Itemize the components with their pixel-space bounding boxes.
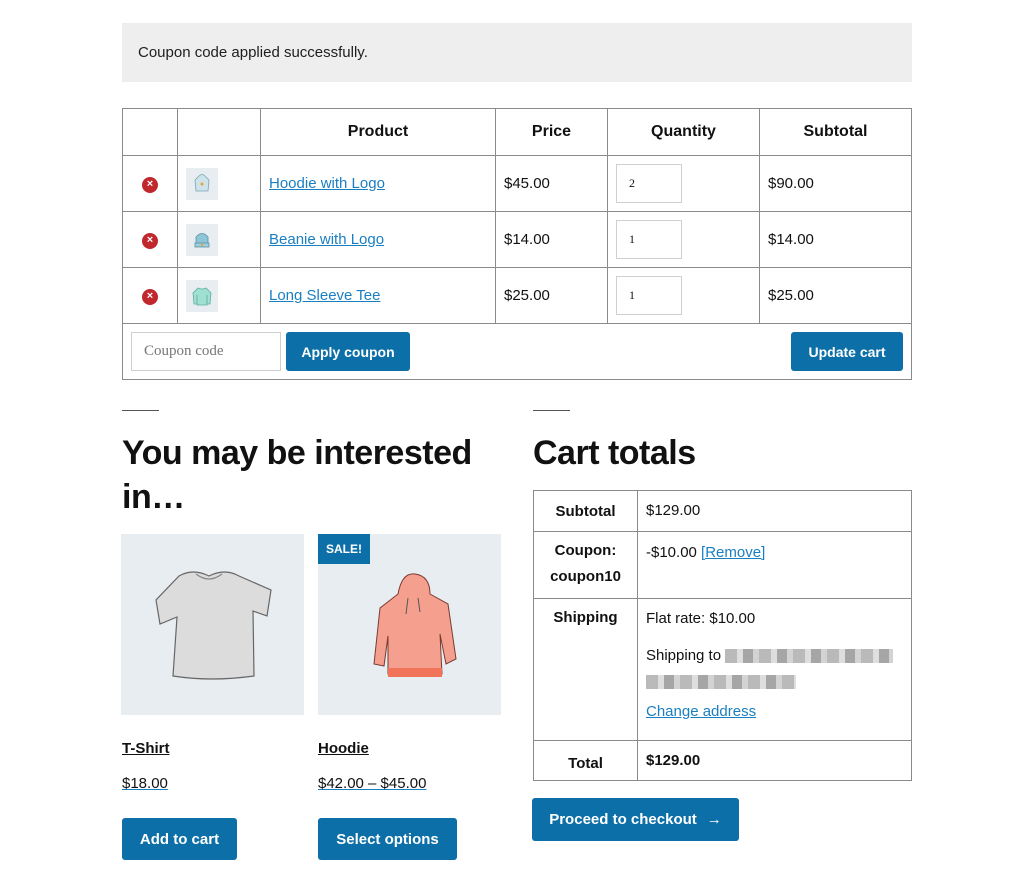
quantity-input[interactable]: 1: [616, 276, 682, 315]
tshirt-product-price[interactable]: $18.00: [122, 775, 168, 792]
apply-coupon-button[interactable]: Apply coupon: [286, 332, 410, 371]
hoodie-product-image[interactable]: SALE!: [318, 534, 501, 715]
subtotal-value: $129.00: [637, 490, 912, 532]
item-subtotal: $14.00: [759, 211, 912, 268]
cart-item-row: × Hoodie with Logo $45.00 2 $90.00: [122, 155, 912, 212]
coupon-label: Coupon: coupon10: [533, 531, 638, 599]
select-options-button[interactable]: Select options: [318, 818, 457, 860]
notice-message: Coupon code applied successfully.: [138, 44, 368, 61]
update-cart-button[interactable]: Update cart: [791, 332, 903, 371]
hoodie-thumbnail[interactable]: [186, 167, 218, 200]
shipping-to-label: Shipping to: [646, 647, 722, 664]
arrow-right-icon: →: [706, 811, 722, 828]
shipping-destination: Shipping to: [646, 643, 903, 695]
shipping-method: Flat rate: $10.00: [646, 610, 756, 627]
header-product: Product: [260, 108, 496, 156]
coupon-discount-value: -$10.00: [646, 544, 697, 561]
long-sleeve-tee-thumbnail[interactable]: [186, 279, 218, 312]
header-thumbnail: [177, 108, 261, 156]
header-quantity: Quantity: [607, 108, 760, 156]
cart-table-header: Product Price Quantity Subtotal: [122, 108, 912, 156]
cart-item-row: × Long Sleeve Tee $25.00 1 $25.00: [122, 267, 912, 324]
header-subtotal: Subtotal: [759, 108, 912, 156]
subtotal-label: Subtotal: [533, 490, 638, 532]
shipping-label: Shipping: [533, 598, 638, 741]
cart-item-row: × Beanie with Logo $14.00 1 $14.00: [122, 211, 912, 268]
item-price: $14.00: [495, 211, 608, 268]
hoodie-product-title[interactable]: Hoodie: [318, 740, 369, 757]
checkout-label: Proceed to checkout: [549, 811, 697, 828]
product-link[interactable]: Hoodie with Logo: [269, 175, 385, 192]
quantity-input[interactable]: 2: [616, 164, 682, 203]
cart-totals-heading: Cart totals: [533, 434, 696, 472]
beanie-thumbnail[interactable]: [186, 223, 218, 256]
sale-badge: SALE!: [318, 534, 370, 564]
cart-table: Product Price Quantity Subtotal × Hoodie…: [122, 108, 912, 380]
item-price: $25.00: [495, 267, 608, 324]
cross-sells-heading: You may be interested in…: [122, 434, 472, 516]
remove-item-icon[interactable]: ×: [142, 176, 158, 193]
item-subtotal: $90.00: [759, 155, 912, 212]
hoodie-product-price[interactable]: $42.00 – $45.00: [318, 775, 426, 792]
header-remove: [122, 108, 178, 156]
total-value: $129.00: [637, 740, 912, 781]
redacted-address: [646, 675, 796, 690]
change-address-link[interactable]: Change address: [646, 703, 756, 721]
item-subtotal: $25.00: [759, 267, 912, 324]
product-link[interactable]: Long Sleeve Tee: [269, 287, 380, 304]
add-to-cart-button[interactable]: Add to cart: [122, 818, 237, 860]
cart-totals-table: Subtotal $129.00 Coupon: coupon10 -$10.0…: [533, 490, 912, 781]
tshirt-product-title[interactable]: T-Shirt: [122, 740, 170, 757]
tshirt-product-image[interactable]: [121, 534, 304, 715]
section-divider: [533, 410, 570, 411]
section-divider: [122, 410, 159, 411]
coupon-row: Coupon: coupon10 -$10.00 [Remove]: [533, 531, 912, 599]
remove-item-icon[interactable]: ×: [142, 288, 158, 305]
cart-actions-row: Coupon code Apply coupon Update cart: [122, 323, 912, 380]
proceed-to-checkout-button[interactable]: Proceed to checkout →: [532, 798, 739, 841]
product-link[interactable]: Beanie with Logo: [269, 231, 384, 248]
total-row: Total $129.00: [533, 740, 912, 781]
redacted-address: [725, 649, 894, 664]
coupon-success-notice: Coupon code applied successfully.: [122, 23, 912, 82]
subtotal-row: Subtotal $129.00: [533, 490, 912, 532]
header-price: Price: [495, 108, 608, 156]
remove-coupon-link[interactable]: [Remove]: [701, 544, 765, 561]
item-price: $45.00: [495, 155, 608, 212]
total-label: Total: [533, 740, 638, 781]
coupon-code-input[interactable]: Coupon code: [131, 332, 281, 371]
shipping-row: Shipping Flat rate: $10.00 Shipping to C…: [533, 598, 912, 741]
quantity-input[interactable]: 1: [616, 220, 682, 259]
remove-item-icon[interactable]: ×: [142, 232, 158, 249]
tshirt-icon: [155, 571, 272, 680]
